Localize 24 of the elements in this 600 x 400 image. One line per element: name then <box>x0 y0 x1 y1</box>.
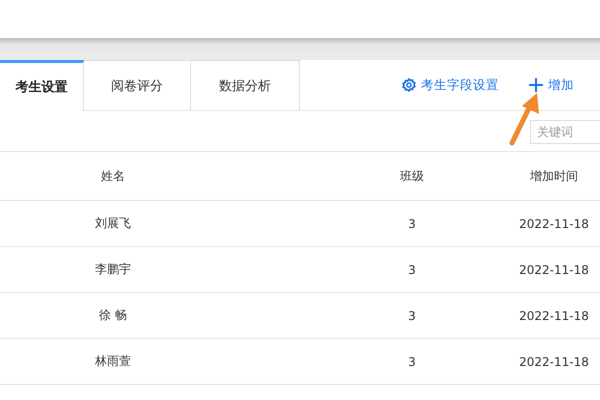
table-cell: 3 <box>408 354 416 368</box>
column-header: 姓名 <box>101 168 125 182</box>
tab[interactable]: 数据分析 <box>191 60 300 110</box>
column-header: 增加时间 <box>530 168 578 182</box>
settings-icon <box>402 78 416 92</box>
search-field[interactable]: 关键词 <box>530 120 600 144</box>
add-button[interactable]: 增加 <box>529 60 574 110</box>
table-cell: 2022-11-18 <box>519 262 589 276</box>
table-cell: 3 <box>408 216 416 230</box>
annotation-arrow <box>510 93 539 146</box>
field-settings-button[interactable]: 考生字段设置 <box>402 60 499 110</box>
column-header: 班级 <box>400 168 424 182</box>
tab[interactable]: 考生设置 <box>0 60 84 111</box>
table-cell: 徐 畅 <box>99 308 127 322</box>
table-cell: 李鹏宇 <box>95 262 131 276</box>
table-cell: 3 <box>408 308 416 322</box>
tab[interactable]: 阅卷评分 <box>84 60 191 110</box>
table-cell: 2022-11-18 <box>519 308 589 322</box>
plus-icon <box>529 78 543 92</box>
table-cell: 林雨萱 <box>95 354 131 368</box>
table-cell: 3 <box>408 262 416 276</box>
table-cell: 2022-11-18 <box>519 354 589 368</box>
table-cell: 2022-11-18 <box>519 216 589 230</box>
table-cell: 刘展飞 <box>95 216 131 230</box>
